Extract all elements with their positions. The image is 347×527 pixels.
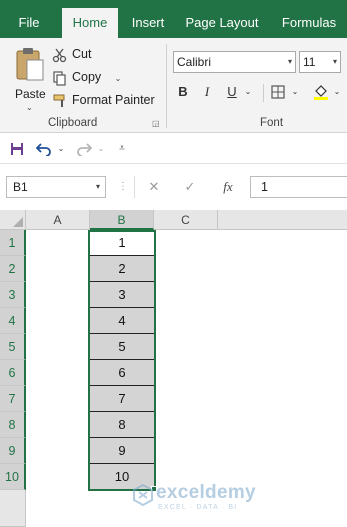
watermark-tagline: EXCEL · DATA · BI [158, 504, 238, 511]
chevron-down-icon[interactable]: ⌄ [115, 74, 122, 83]
group-divider [166, 44, 167, 128]
chevron-down-icon[interactable]: ⌄ [243, 82, 253, 102]
copy-icon [52, 70, 68, 86]
paste-button[interactable]: Paste ⌄ [10, 44, 50, 114]
chevron-down-icon: ▾ [287, 57, 292, 66]
cancel-icon[interactable]: ✕ [144, 176, 164, 198]
select-all-button[interactable] [0, 210, 26, 230]
tab-page-layout[interactable]: Page Layout [180, 8, 264, 38]
cut-label: Cut [72, 47, 92, 61]
row-header-4[interactable]: 4 [0, 308, 26, 334]
name-box-value: B1 [13, 180, 28, 194]
underline-button[interactable]: U [225, 82, 239, 102]
chevron-down-icon[interactable]: ⌄ [290, 82, 300, 102]
formula-bar-grip-icon[interactable]: ⋮ [118, 176, 128, 198]
divider [134, 176, 135, 198]
bold-button[interactable]: B [176, 82, 190, 102]
cell-b2[interactable]: 2 [90, 256, 154, 282]
borders-button[interactable] [270, 82, 286, 102]
grid-spacer [0, 202, 347, 210]
column-header-a[interactable]: A [26, 210, 90, 230]
name-box[interactable]: B1 ▾ [6, 176, 106, 198]
row-header-8[interactable]: 8 [0, 412, 26, 438]
font-name-select[interactable]: Calibri ▾ [173, 51, 296, 73]
fill-color-button[interactable] [312, 82, 330, 102]
copy-label: Copy [72, 70, 102, 84]
clipboard-group-label: Clipboard [48, 117, 98, 129]
cell-b4[interactable]: 4 [90, 308, 154, 334]
tab-insert[interactable]: Insert [124, 8, 172, 38]
chevron-down-icon: ▾ [332, 57, 337, 66]
insert-function-button[interactable]: fx [216, 176, 240, 198]
row-header-10[interactable]: 10 [0, 464, 26, 490]
row-header-6[interactable]: 6 [0, 360, 26, 386]
save-icon [11, 143, 23, 155]
quick-access-toolbar: ⌄ ⌄ ⩡ [0, 134, 347, 164]
cell-b5[interactable]: 5 [90, 334, 154, 360]
row-header-2[interactable]: 2 [0, 256, 26, 282]
dialog-launcher-icon[interactable]: ◲ [152, 119, 160, 128]
watermark-name: exceldemy [156, 482, 256, 503]
select-all-triangle [13, 217, 23, 227]
tab-home[interactable]: Home [62, 8, 118, 38]
cell-b8[interactable]: 8 [90, 412, 154, 438]
scissors-icon [52, 47, 68, 63]
cell-b1[interactable]: 1 [90, 230, 154, 256]
group-divider [263, 84, 264, 102]
formula-input[interactable]: 1 [250, 176, 347, 198]
column-header-blank [218, 210, 347, 230]
enter-icon[interactable]: ✓ [180, 176, 200, 198]
column-header-b[interactable]: B [90, 210, 154, 230]
copy-button[interactable]: Copy ⌄ [52, 67, 121, 87]
formula-bar: B1 ▾ ⋮ ✕ ✓ fx 1 [0, 172, 347, 202]
font-group-label: Font [260, 117, 284, 129]
redo-icon [77, 143, 93, 157]
cut-button[interactable]: Cut [52, 44, 91, 64]
row-header-1[interactable]: 1 [0, 230, 26, 256]
row-header-5[interactable]: 5 [0, 334, 26, 360]
ribbon-tab-bar: File Home Insert Page Layout Formulas [0, 0, 347, 38]
cell-b9[interactable]: 9 [90, 438, 154, 464]
tab-formulas[interactable]: Formulas [274, 8, 344, 38]
chevron-down-icon[interactable]: ⌄ [96, 138, 106, 160]
chevron-down-icon: ▾ [95, 182, 100, 191]
italic-button[interactable]: I [200, 82, 214, 102]
row-header-blank [0, 490, 26, 527]
undo-icon [35, 143, 51, 157]
font-size-select[interactable]: 11 ▾ [299, 51, 341, 73]
chevron-down-icon: ⌄ [26, 103, 33, 112]
clipboard-icon [16, 48, 44, 81]
customize-toolbar-icon[interactable]: ⩡ [116, 138, 128, 160]
paint-bucket-icon [314, 85, 328, 100]
cell-b7[interactable]: 7 [90, 386, 154, 412]
ribbon-home: Paste ⌄ Cut Copy ⌄ Format Painter Clipbo… [0, 38, 347, 133]
chevron-down-icon[interactable]: ⌄ [332, 82, 342, 102]
font-name-value: Calibri [177, 55, 212, 69]
cell-b6[interactable]: 6 [90, 360, 154, 386]
format-painter-button[interactable]: Format Painter [52, 90, 155, 110]
redo-button[interactable] [74, 138, 94, 160]
borders-icon [271, 85, 285, 99]
exceldemy-logo-icon [133, 484, 153, 506]
paste-label: Paste [15, 87, 46, 101]
cell-b3[interactable]: 3 [90, 282, 154, 308]
row-header-3[interactable]: 3 [0, 282, 26, 308]
chevron-down-icon[interactable]: ⌄ [56, 138, 66, 160]
font-size-value: 11 [303, 55, 316, 69]
format-painter-label: Format Painter [72, 93, 155, 107]
undo-button[interactable] [34, 138, 54, 160]
row-header-9[interactable]: 9 [0, 438, 26, 464]
column-header-c[interactable]: C [154, 210, 218, 230]
paintbrush-icon [52, 93, 68, 109]
tab-file[interactable]: File [6, 8, 52, 38]
row-header-7[interactable]: 7 [0, 386, 26, 412]
save-button[interactable] [8, 138, 26, 160]
exceldemy-watermark: exceldemy EXCEL · DATA · BI [132, 482, 256, 516]
